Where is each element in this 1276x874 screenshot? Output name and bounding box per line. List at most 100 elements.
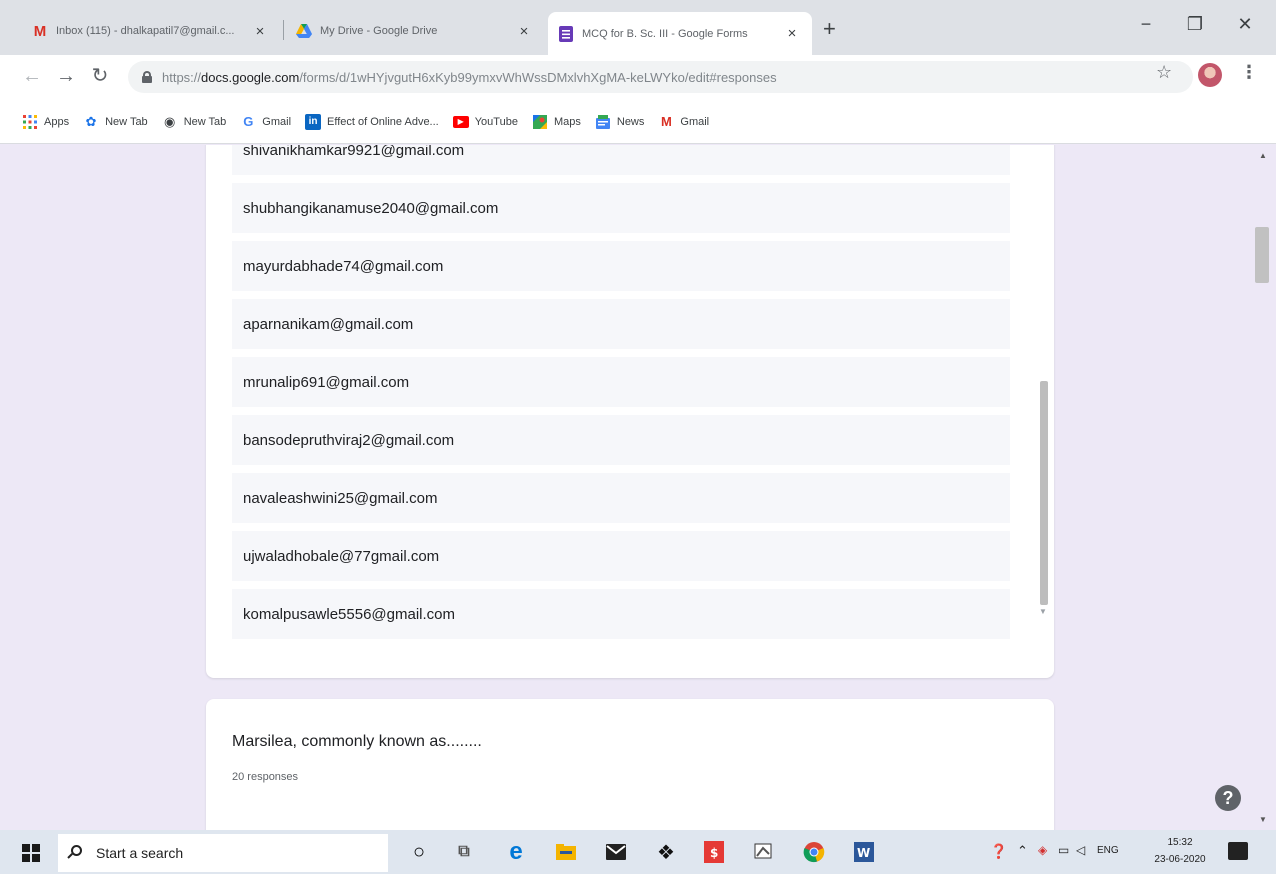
reload-icon[interactable]: ↻ [88, 64, 112, 88]
bookmark-label: New Tab [183, 115, 227, 128]
maps-icon [532, 114, 548, 130]
volume-icon[interactable]: ◁ [1076, 843, 1085, 857]
apps-grid-icon [22, 114, 38, 130]
minimize-button[interactable]: − [1131, 14, 1161, 35]
document-viewer-icon[interactable] [750, 838, 778, 866]
bookmark-youtube[interactable]: ▶ YouTube [452, 115, 518, 128]
bookmark-apps[interactable]: Apps [22, 114, 69, 130]
tab-title: MCQ for B. Sc. III - Google Forms [582, 27, 748, 40]
response-list: shivanikhamkar9921@gmail.com shubhangika… [232, 145, 1010, 647]
new-tab-button[interactable]: + [823, 18, 836, 40]
gear-icon: ✿ [85, 113, 97, 129]
scroll-down-arrow-icon[interactable]: ▼ [1039, 607, 1047, 616]
system-clock[interactable]: 15:32 23-06-2020 [1144, 834, 1216, 868]
cortana-icon[interactable]: ○ [405, 838, 433, 866]
word-icon[interactable]: W [850, 838, 878, 866]
form-responses-page: shivanikhamkar9921@gmail.com shubhangika… [0, 145, 1276, 830]
bookmark-label: Effect of Online Adve... [327, 115, 439, 128]
tab-close-icon[interactable]: × [250, 23, 270, 40]
bookmark-label: Apps [44, 115, 70, 128]
clock-date: 23-06-2020 [1154, 854, 1206, 865]
bookmark-label: New Tab [105, 115, 148, 128]
lock-icon [142, 71, 152, 83]
chevron-up-icon[interactable]: ⌃ [1017, 843, 1028, 859]
help-tray-icon[interactable]: ❓ [990, 843, 1007, 860]
app-red-icon[interactable]: $ [700, 838, 728, 866]
antivirus-tray-icon[interactable]: ◈ [1038, 843, 1047, 857]
tab-close-icon[interactable]: × [782, 25, 802, 42]
task-view-icon[interactable]: ⧉ [450, 838, 478, 866]
page-scrollbar-thumb[interactable] [1255, 227, 1269, 283]
url-path: /forms/d/1wHYjvgutH6xKyb99ymxvWhWssDMxlv… [299, 69, 777, 85]
bookmark-label: News [616, 115, 645, 128]
response-row: komalpusawle5556@gmail.com [232, 589, 1010, 639]
tab-divider [283, 20, 284, 40]
taskbar-search[interactable]: Start a search [58, 834, 388, 872]
bookmark-news[interactable]: News [595, 114, 645, 130]
more-menu-icon[interactable]: ⋮ [1240, 62, 1258, 83]
clock-time: 15:32 [1167, 837, 1193, 848]
response-row: mayurdabhade74@gmail.com [232, 241, 1010, 291]
bookmark-label: YouTube [474, 115, 518, 128]
response-row: mrunalip691@gmail.com [232, 357, 1010, 407]
edge-browser-icon[interactable]: e [502, 838, 530, 866]
svg-text:W: W [857, 846, 870, 860]
tab-my-drive[interactable]: My Drive - Google Drive × [286, 12, 544, 50]
url-host: docs.google.com [201, 69, 300, 85]
windows-start-icon[interactable] [22, 844, 40, 862]
question-card: Marsilea, commonly known as........ 20 r… [206, 699, 1054, 830]
tab-close-icon[interactable]: × [514, 23, 534, 40]
bookmark-maps[interactable]: Maps [532, 114, 581, 130]
response-row: aparnanikam@gmail.com [232, 299, 1010, 349]
bookmark-gmail-2[interactable]: M Gmail [658, 114, 709, 130]
bookmark-label: Gmail [680, 115, 710, 128]
response-count: 20 responses [232, 771, 299, 783]
chrome-icon[interactable] [800, 838, 828, 866]
bookmark-label: Gmail [262, 115, 292, 128]
bookmark-star-icon[interactable]: ☆ [1156, 62, 1172, 83]
svg-text:$: $ [710, 846, 718, 860]
url-scheme: https:// [162, 69, 202, 85]
tab-google-forms[interactable]: MCQ for B. Sc. III - Google Forms × [548, 12, 812, 55]
bookmark-new-tab-2[interactable]: ◉ New Tab [162, 114, 227, 130]
question-title: Marsilea, commonly known as........ [232, 733, 482, 750]
battery-icon[interactable]: ▭ [1058, 843, 1069, 857]
bookmarks-bar: Apps ✿ New Tab ◉ New Tab G Gmail in Effe… [0, 100, 1276, 144]
tab-title: Inbox (115) - dhalkapatil7@gmail.c... [56, 25, 235, 37]
bookmark-gmail[interactable]: G Gmail [240, 114, 291, 130]
responses-card: shivanikhamkar9921@gmail.com shubhangika… [206, 145, 1054, 678]
address-bar[interactable]: https:// docs.google.com /forms/d/1wHYjv… [128, 61, 1193, 93]
google-drive-icon [296, 23, 312, 39]
tab-title: My Drive - Google Drive [320, 25, 438, 37]
browser-toolbar: ← → ↻ https:// docs.google.com /forms/d/… [0, 55, 1276, 100]
dropbox-icon[interactable]: ❖ [652, 838, 680, 866]
back-icon[interactable]: ← [20, 64, 44, 88]
tab-inbox[interactable]: M Inbox (115) - dhalkapatil7@gmail.c... … [22, 12, 280, 50]
language-indicator[interactable]: ENG [1097, 845, 1119, 856]
forward-icon[interactable]: → [54, 64, 78, 88]
tab-strip: M Inbox (115) - dhalkapatil7@gmail.c... … [0, 0, 1276, 55]
file-explorer-icon[interactable] [552, 838, 580, 866]
profile-avatar[interactable] [1198, 63, 1222, 87]
response-list-scrollbar[interactable] [1040, 381, 1048, 605]
page-scrollbar[interactable]: ▲ ▼ [1250, 145, 1276, 830]
scroll-up-arrow-icon[interactable]: ▲ [1259, 151, 1267, 160]
bookmark-new-tab[interactable]: ✿ New Tab [83, 114, 148, 130]
response-row: ujwaladhobale@77gmail.com [232, 531, 1010, 581]
google-g-icon: G [243, 114, 254, 129]
response-row: shivanikhamkar9921@gmail.com [232, 145, 1010, 175]
gmail-icon: M [660, 114, 672, 129]
help-icon[interactable]: ? [1215, 785, 1241, 811]
gmail-icon: M [33, 22, 47, 40]
windows-taskbar: Start a search ○ ⧉ e ❖ $ W ❓ ⌃ ◈ ▭ ◁ ENG… [0, 830, 1276, 874]
notifications-icon[interactable] [1228, 842, 1248, 860]
bookmark-label: Maps [553, 115, 581, 128]
news-icon [595, 114, 611, 130]
bookmark-effect-of-online-adve[interactable]: in Effect of Online Adve... [305, 113, 439, 130]
close-window-button[interactable]: ✕ [1230, 14, 1260, 35]
linkedin-icon: in [305, 113, 322, 130]
mail-icon[interactable] [602, 838, 630, 866]
scroll-down-arrow-icon[interactable]: ▼ [1259, 815, 1267, 824]
response-row: navaleashwini25@gmail.com [232, 473, 1010, 523]
restore-button[interactable]: ❐ [1180, 14, 1210, 35]
